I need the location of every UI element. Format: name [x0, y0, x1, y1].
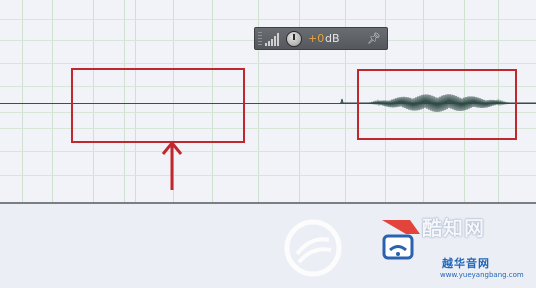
- signal-bars-icon: [265, 33, 279, 46]
- grip-icon[interactable]: [258, 32, 262, 46]
- volume-unit: dB: [325, 32, 340, 45]
- pin-icon[interactable]: 📌︎: [367, 32, 381, 45]
- watermark-subtitle: 越华音网: [442, 257, 490, 270]
- watermark-title: 酷知网: [422, 216, 485, 240]
- volume-value[interactable]: +0: [308, 32, 324, 45]
- grid-line-horizontal: [0, 175, 536, 176]
- volume-knob-icon[interactable]: [286, 31, 302, 47]
- watermark-url: www.yueyangbang.com: [440, 271, 524, 279]
- grid-line-horizontal: [0, 19, 536, 20]
- volume-hud[interactable]: +0 dB 📌︎: [254, 27, 388, 50]
- audio-clip-box: [357, 69, 517, 140]
- grid-line-horizontal: [0, 63, 536, 64]
- track-divider[interactable]: [0, 202, 536, 204]
- grid-line-horizontal: [0, 151, 536, 152]
- up-arrow: [161, 140, 183, 190]
- audio-editor-canvas[interactable]: +0 dB 📌︎ 酷知网 越华音网 www.yueyangbang.com: [0, 0, 536, 288]
- watermark-swirl-logo: [284, 219, 342, 277]
- empty-region-box: [71, 68, 245, 143]
